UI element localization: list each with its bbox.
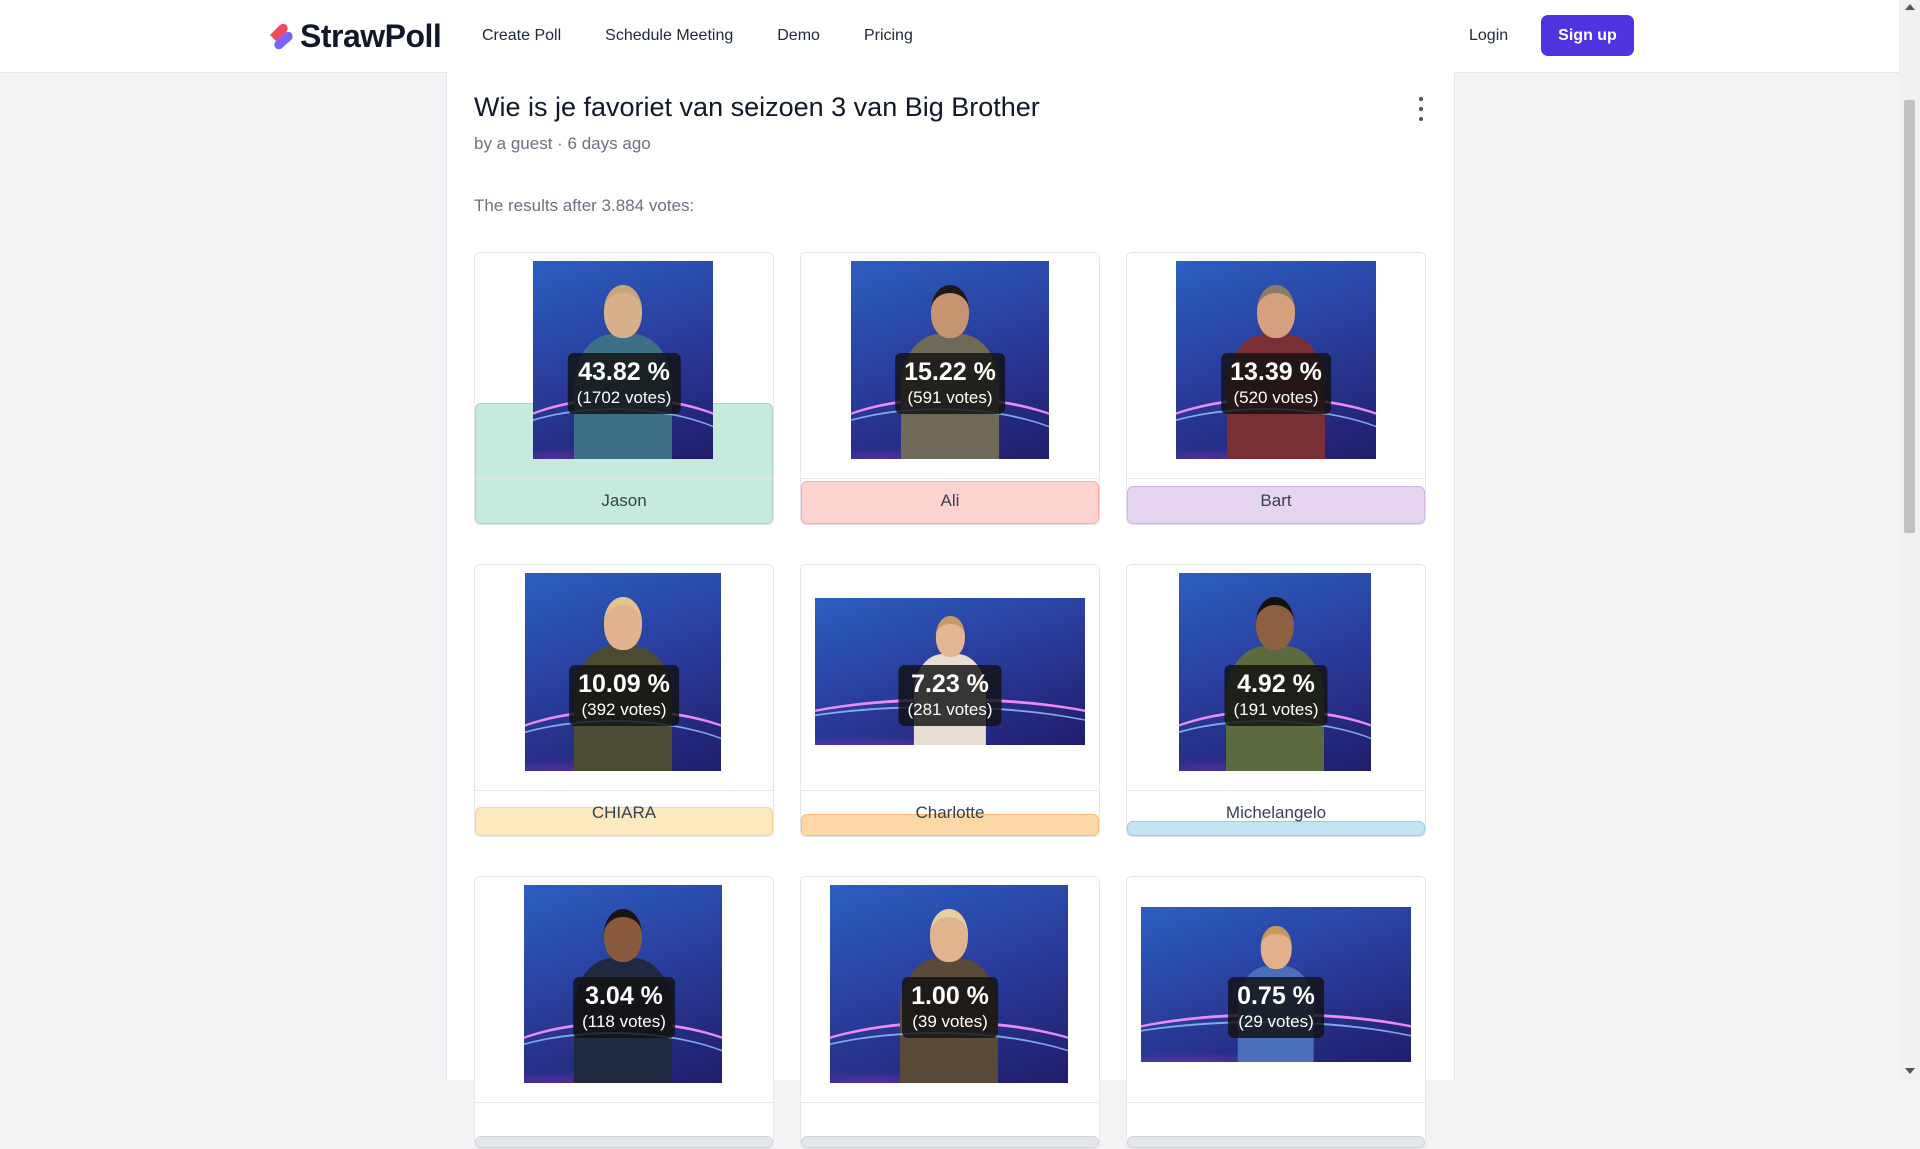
- vote-count: (39 votes): [912, 1012, 988, 1031]
- tile-divider: [475, 478, 773, 479]
- option-name: Michelangelo: [1225, 803, 1327, 822]
- poll-byline: by a guest · 6 days ago: [474, 134, 651, 153]
- percent-value: 7.23 %: [911, 670, 989, 698]
- poll-results-card: Wie is je favoriet van seizoen 3 van Big…: [446, 72, 1455, 1149]
- percent-value: 4.92 %: [1237, 670, 1315, 698]
- percent-value: 1.00 %: [911, 982, 989, 1010]
- tile-divider: [475, 790, 773, 791]
- result-percentage-badge: 1.00 % (39 votes): [902, 977, 998, 1038]
- nav-create-poll[interactable]: Create Poll: [482, 27, 561, 45]
- result-percentage-badge: 3.04 % (118 votes): [573, 977, 675, 1038]
- poll-option-tile[interactable]: Ali 15.22 % (591 votes): [800, 252, 1100, 525]
- poll-option-tile[interactable]: CHIARA 10.09 % (392 votes): [474, 564, 774, 837]
- poll-option-tile[interactable]: 1.00 % (39 votes): [800, 876, 1100, 1149]
- poll-option-tile[interactable]: 3.04 % (118 votes): [474, 876, 774, 1149]
- scroll-down-arrow-icon[interactable]: [1905, 1068, 1915, 1074]
- percent-value: 15.22 %: [904, 358, 996, 386]
- results-summary: The results after 3.884 votes:: [474, 196, 695, 215]
- poll-option-tile[interactable]: Michelangelo 4.92 % (191 votes): [1126, 564, 1426, 837]
- page-scrollbar[interactable]: [1899, 0, 1920, 1080]
- login-link[interactable]: Login: [1469, 27, 1508, 45]
- percent-value: 0.75 %: [1237, 982, 1315, 1010]
- nav-schedule-meeting[interactable]: Schedule Meeting: [605, 27, 733, 45]
- brand-name: StrawPoll: [300, 17, 442, 54]
- tile-divider: [1127, 790, 1425, 791]
- vote-count: (1702 votes): [576, 388, 672, 407]
- top-navbar: StrawPoll Create Poll Schedule Meeting D…: [0, 0, 1899, 73]
- vote-count: (191 votes): [1233, 700, 1319, 719]
- nav-pricing[interactable]: Pricing: [864, 27, 913, 45]
- vote-share-bar: [801, 1136, 1099, 1148]
- vote-share-bar: [1127, 1136, 1425, 1148]
- scroll-up-arrow-icon[interactable]: [1905, 4, 1915, 10]
- percent-value: 10.09 %: [578, 670, 670, 698]
- vote-count: (118 votes): [582, 1012, 666, 1031]
- percent-value: 13.39 %: [1230, 358, 1322, 386]
- tile-divider: [801, 1102, 1099, 1103]
- tile-divider: [475, 1102, 773, 1103]
- tile-divider: [801, 478, 1099, 479]
- brand-logo[interactable]: StrawPoll: [266, 17, 442, 54]
- percent-value: 43.82 %: [578, 358, 670, 386]
- option-name: Bart: [1260, 491, 1292, 510]
- poll-option-tile[interactable]: 0.75 % (29 votes): [1126, 876, 1426, 1149]
- result-percentage-badge: 4.92 % (191 votes): [1224, 665, 1328, 726]
- result-percentage-badge: 15.22 % (591 votes): [895, 353, 1005, 414]
- option-name: CHIARA: [591, 803, 657, 822]
- option-name: Charlotte: [915, 803, 985, 822]
- vote-count: (520 votes): [1233, 388, 1319, 407]
- poll-option-tile[interactable]: Charlotte 7.23 % (281 votes): [800, 564, 1100, 837]
- tile-divider: [1127, 1102, 1425, 1103]
- scroll-thumb[interactable]: [1904, 100, 1915, 533]
- tile-divider: [1127, 478, 1425, 479]
- vote-count: (281 votes): [907, 700, 993, 719]
- kebab-menu-icon[interactable]: [1415, 97, 1427, 121]
- strawpoll-logo-icon: [266, 21, 296, 51]
- option-name: Ali: [940, 491, 960, 510]
- result-percentage-badge: 0.75 % (29 votes): [1228, 977, 1324, 1038]
- vote-count: (29 votes): [1238, 1012, 1314, 1031]
- main-nav: Create Poll Schedule Meeting Demo Pricin…: [482, 0, 957, 72]
- result-percentage-badge: 7.23 % (281 votes): [898, 665, 1002, 726]
- vote-share-bar: [1127, 821, 1425, 836]
- result-percentage-badge: 10.09 % (392 votes): [569, 665, 679, 726]
- signup-button[interactable]: Sign up: [1541, 15, 1634, 56]
- poll-option-tile[interactable]: Jason 43.82 % (1702 votes): [474, 252, 774, 525]
- poll-option-tile[interactable]: Bart 13.39 % (520 votes): [1126, 252, 1426, 525]
- result-percentage-badge: 13.39 % (520 votes): [1221, 353, 1331, 414]
- vote-count: (591 votes): [907, 388, 993, 407]
- option-name: Jason: [601, 491, 647, 510]
- tile-divider: [801, 790, 1099, 791]
- vote-count: (392 votes): [581, 700, 667, 719]
- vote-share-bar: [475, 1136, 773, 1148]
- nav-demo[interactable]: Demo: [777, 27, 820, 45]
- poll-title: Wie is je favoriet van seizoen 3 van Big…: [474, 92, 1040, 122]
- result-percentage-badge: 43.82 % (1702 votes): [567, 353, 681, 414]
- percent-value: 3.04 %: [585, 982, 663, 1010]
